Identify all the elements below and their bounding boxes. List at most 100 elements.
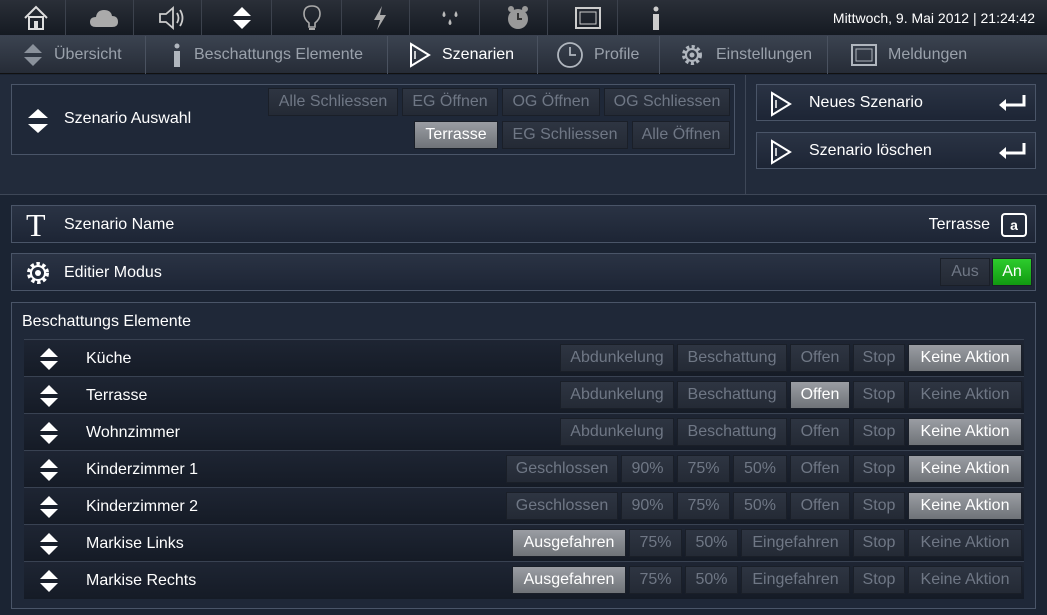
option-keine-aktion[interactable]: Keine Aktion — [908, 492, 1022, 520]
gear-icon — [678, 41, 706, 69]
option-keine-aktion[interactable]: Keine Aktion — [908, 381, 1022, 409]
play-icon — [769, 139, 793, 170]
option-50[interactable]: 50% — [685, 566, 738, 594]
option-keine-aktion[interactable]: Keine Aktion — [908, 418, 1022, 446]
option-abdunkelung[interactable]: Abdunkelung — [560, 381, 674, 409]
option-eingefahren[interactable]: Eingefahren — [741, 529, 850, 557]
option-75[interactable]: 75% — [629, 566, 682, 594]
edit-mode-row: Editier Modus Aus An — [11, 253, 1036, 291]
home-icon[interactable] — [6, 0, 66, 36]
option-ausgefahren[interactable]: Ausgefahren — [512, 566, 626, 594]
updown-arrows-icon[interactable] — [38, 457, 60, 488]
nav-tab-label: Profile — [594, 46, 640, 63]
info-icon — [170, 41, 184, 69]
option-90[interactable]: 90% — [621, 492, 674, 520]
shading-row-name: Kinderzimmer 2 — [86, 498, 199, 515]
option-offen[interactable]: Offen — [790, 381, 850, 409]
nav-tab-profile[interactable]: Profile — [556, 36, 660, 74]
option-abdunkelung[interactable]: Abdunkelung — [560, 418, 674, 446]
option-stop[interactable]: Stop — [853, 418, 905, 446]
scenario-button-terrasse[interactable]: Terrasse — [414, 121, 498, 149]
option-stop[interactable]: Stop — [853, 529, 905, 557]
updown-arrows-icon[interactable] — [212, 0, 272, 36]
option-keine-aktion[interactable]: Keine Aktion — [908, 529, 1022, 557]
option-keine-aktion[interactable]: Keine Aktion — [908, 566, 1022, 594]
screen-icon — [850, 43, 878, 67]
option-geschlossen[interactable]: Geschlossen — [506, 455, 618, 483]
edit-mode-label: Editier Modus — [64, 264, 162, 281]
option-offen[interactable]: Offen — [790, 344, 850, 372]
option-50[interactable]: 50% — [733, 455, 787, 483]
option-beschattung[interactable]: Beschattung — [677, 418, 787, 446]
option-stop[interactable]: Stop — [853, 455, 905, 483]
option-offen[interactable]: Offen — [790, 492, 850, 520]
scenario-name-label: Szenario Name — [64, 216, 175, 233]
option-stop[interactable]: Stop — [853, 344, 905, 372]
scenario-button-eg-oeffnen[interactable]: EG Öffnen — [402, 88, 498, 116]
option-stop[interactable]: Stop — [853, 381, 905, 409]
cloud-icon[interactable] — [74, 0, 134, 36]
option-ausgefahren[interactable]: Ausgefahren — [512, 529, 626, 557]
option-75[interactable]: 75% — [629, 529, 682, 557]
scenario-button-alle-oeffnen[interactable]: Alle Öffnen — [632, 121, 730, 149]
updown-arrows-icon[interactable] — [38, 420, 60, 451]
enter-icon — [997, 141, 1027, 166]
edit-mode-on-button[interactable]: An — [992, 258, 1032, 286]
option-75[interactable]: 75% — [677, 455, 730, 483]
updown-arrows-icon[interactable] — [38, 531, 60, 562]
speaker-icon[interactable] — [142, 0, 202, 36]
nav-tab-meldungen[interactable]: Meldungen — [850, 36, 990, 74]
option-offen[interactable]: Offen — [790, 455, 850, 483]
alarm-clock-icon[interactable] — [488, 0, 548, 36]
info-icon[interactable] — [626, 0, 686, 36]
option-keine-aktion[interactable]: Keine Aktion — [908, 344, 1022, 372]
updown-arrows-icon[interactable] — [38, 383, 60, 414]
updown-arrows-icon[interactable] — [26, 107, 50, 140]
updown-arrows-icon[interactable] — [38, 494, 60, 525]
screen-icon[interactable] — [558, 0, 618, 36]
updown-arrows-icon[interactable] — [38, 346, 60, 377]
shading-row-name: Kinderzimmer 1 — [86, 461, 199, 478]
scenario-button-eg-schliessen[interactable]: EG Schliessen — [502, 121, 628, 149]
scenario-button-alle-schliessen[interactable]: Alle Schliessen — [268, 88, 398, 116]
nav-tab-beschattungs-elemente[interactable]: Beschattungs Elemente — [170, 36, 388, 74]
option-stop[interactable]: Stop — [853, 566, 905, 594]
option-offen[interactable]: Offen — [790, 418, 850, 446]
play-icon — [408, 42, 432, 68]
option-stop[interactable]: Stop — [853, 492, 905, 520]
updown-arrows-icon[interactable] — [38, 568, 60, 599]
option-eingefahren[interactable]: Eingefahren — [741, 566, 850, 594]
delete-scenario-label: Szenario löschen — [809, 142, 932, 159]
option-abdunkelung[interactable]: Abdunkelung — [560, 344, 674, 372]
option-geschlossen[interactable]: Geschlossen — [506, 492, 618, 520]
option-50[interactable]: 50% — [685, 529, 738, 557]
scenario-button-og-schliessen[interactable]: OG Schliessen — [604, 88, 730, 116]
edit-mode-off-button[interactable]: Aus — [940, 258, 990, 286]
option-keine-aktion[interactable]: Keine Aktion — [908, 455, 1022, 483]
text-icon: T — [26, 207, 46, 243]
bulb-icon[interactable] — [282, 0, 342, 36]
shading-row-kinderzimmer-1: Kinderzimmer 1 Geschlossen 90% 75% 50% O… — [24, 451, 1024, 488]
scenario-button-og-oeffnen[interactable]: OG Öffnen — [502, 88, 600, 116]
updown-arrows-icon — [22, 42, 44, 68]
nav-tab-einstellungen[interactable]: Einstellungen — [678, 36, 828, 74]
new-scenario-button[interactable]: Neues Szenario — [756, 84, 1036, 121]
shading-row-name: Küche — [86, 350, 132, 367]
drops-icon[interactable] — [420, 0, 480, 36]
shading-row-name: Terrasse — [86, 387, 148, 404]
keyboard-icon[interactable]: a — [1001, 213, 1027, 237]
option-90[interactable]: 90% — [621, 455, 674, 483]
nav-tab-label: Meldungen — [888, 46, 968, 63]
option-75[interactable]: 75% — [677, 492, 730, 520]
nav-tab-uebersicht[interactable]: Übersicht — [22, 36, 146, 74]
shading-row-wohnzimmer: Wohnzimmer Abdunkelung Beschattung Offen… — [24, 414, 1024, 451]
option-beschattung[interactable]: Beschattung — [677, 381, 787, 409]
shading-row-name: Markise Rechts — [86, 572, 197, 589]
delete-scenario-button[interactable]: Szenario löschen — [756, 132, 1036, 169]
nav-tab-szenarien[interactable]: Szenarien — [408, 36, 538, 74]
lightning-icon[interactable] — [350, 0, 410, 36]
option-50[interactable]: 50% — [733, 492, 787, 520]
option-beschattung[interactable]: Beschattung — [677, 344, 787, 372]
scenario-name-value[interactable]: Terrasse — [929, 216, 990, 234]
shading-row-name: Wohnzimmer — [86, 424, 180, 441]
